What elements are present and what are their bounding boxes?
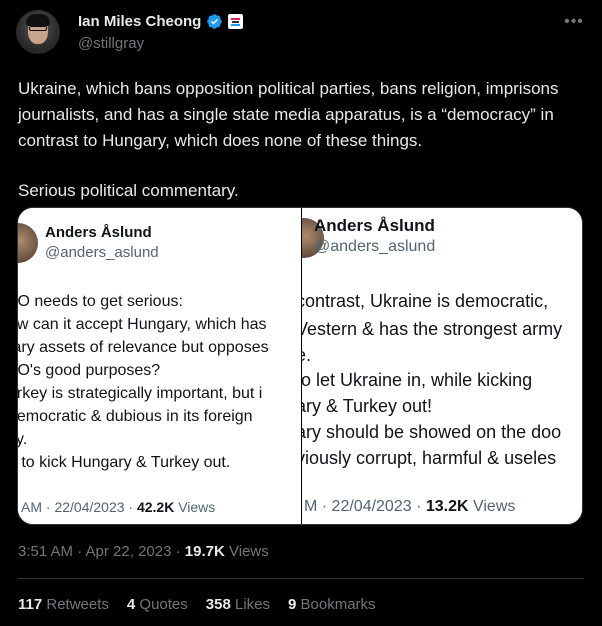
tweet-time-link[interactable]: 3:51 AM · Apr 22, 2023 ·	[18, 543, 185, 560]
inner-views-label-right: Views	[468, 498, 516, 515]
retweets-count: 117	[18, 596, 43, 613]
author-avatar[interactable]	[16, 10, 60, 54]
likes-label: Likes	[230, 596, 270, 613]
inner-meta-time-left: AM · 22/04/2023 ·	[21, 499, 137, 515]
retweets-label: Retweets	[42, 596, 109, 613]
tweet-text-paragraph-1: Ukraine, which bans opposition political…	[18, 79, 559, 150]
inner-meta-right: M · 22/04/2023 · 13.2K Views	[304, 498, 515, 516]
quotes-label: Quotes	[135, 596, 188, 613]
inner-author-handle-right: @anders_aslund	[314, 238, 436, 255]
verified-badge-icon	[207, 14, 223, 29]
affiliate-badge-icon[interactable]	[228, 14, 244, 29]
bookmarks-label: Bookmarks	[296, 596, 376, 613]
inner-text-line: TO's good purposes?	[18, 362, 161, 379]
inner-text-line: urkey is strategically important, but i	[18, 385, 263, 402]
author-handle[interactable]: @stillgray	[78, 35, 144, 52]
avatar-hair	[26, 14, 50, 26]
quotes-stat[interactable]: 4 Quotes	[127, 596, 188, 613]
inner-text-line: viously corrupt, harmful & useles	[302, 448, 557, 468]
tweet-text: Ukraine, which bans opposition political…	[18, 76, 590, 204]
inner-meta-time-right: M · 22/04/2023 ·	[304, 498, 426, 515]
inner-text-line: tary assets of relevance but opposes	[18, 339, 269, 356]
tweet-views-label: Views	[224, 543, 269, 560]
inner-text-line: e.	[302, 345, 312, 365]
quotes-count: 4	[126, 596, 136, 613]
engagement-stats: 117 Retweets 4 Quotes 358 Likes 9 Bookma…	[18, 596, 376, 613]
inner-text-line: cy.	[18, 431, 28, 448]
divider-line	[18, 578, 584, 579]
inner-author-name-right: Anders Åslund	[314, 216, 435, 235]
retweets-stat[interactable]: 117 Retweets	[18, 596, 109, 613]
inner-text-line: ow can it accept Hungary, which has	[18, 316, 267, 333]
inner-views-count-right: 13.2K	[425, 498, 469, 515]
likes-stat[interactable]: 358 Likes	[206, 596, 270, 613]
author-name-row: Ian Miles Cheong	[78, 13, 244, 30]
media-image-left[interactable]: Anders Åslund @anders_aslund TO needs to…	[18, 208, 301, 524]
inner-meta-left: AM · 22/04/2023 · 42.2K Views	[21, 499, 215, 515]
tweet-media[interactable]: Anders Åslund @anders_aslund TO needs to…	[17, 207, 583, 525]
inner-author-name-left: Anders Åslund	[45, 224, 152, 241]
bookmarks-stat[interactable]: 9 Bookmarks	[288, 596, 376, 613]
inner-text-line: e to kick Hungary & Turkey out.	[18, 454, 231, 471]
author-display-name[interactable]: Ian Miles Cheong	[78, 13, 201, 30]
avatar-glasses	[29, 26, 47, 31]
inner-text-line: TO needs to get serious:	[18, 293, 183, 310]
inner-text-line: ary & Turkey out!	[302, 396, 433, 416]
inner-views-label-left: Views	[174, 499, 216, 515]
inner-text-line: to let Ukraine in, while kicking	[302, 370, 533, 390]
likes-count: 358	[205, 596, 231, 613]
inner-text-line: Vestern & has the strongest army	[302, 319, 563, 339]
inner-avatar-left	[18, 223, 38, 263]
tweet-views-count: 19.7K	[184, 543, 225, 560]
media-image-right[interactable]: Anders Åslund @anders_aslund contrast, U…	[302, 208, 582, 524]
tweet: Ian Miles Cheong @stillgray ••• Ukraine,…	[0, 0, 602, 626]
inner-author-handle-left: @anders_aslund	[45, 244, 159, 261]
more-horizontal-icon[interactable]: •••	[564, 14, 584, 30]
inner-text-line: contrast, Ukraine is democratic,	[302, 291, 549, 311]
tweet-text-paragraph-2: Serious political commentary.	[18, 181, 239, 200]
tweet-timestamp: 3:51 AM · Apr 22, 2023 · 19.7K Views	[18, 543, 269, 560]
inner-text-line: ary should be showed on the doo	[302, 422, 562, 442]
inner-views-count-left: 42.2K	[136, 499, 175, 515]
inner-text-line: democratic & dubious in its foreign	[18, 408, 253, 425]
